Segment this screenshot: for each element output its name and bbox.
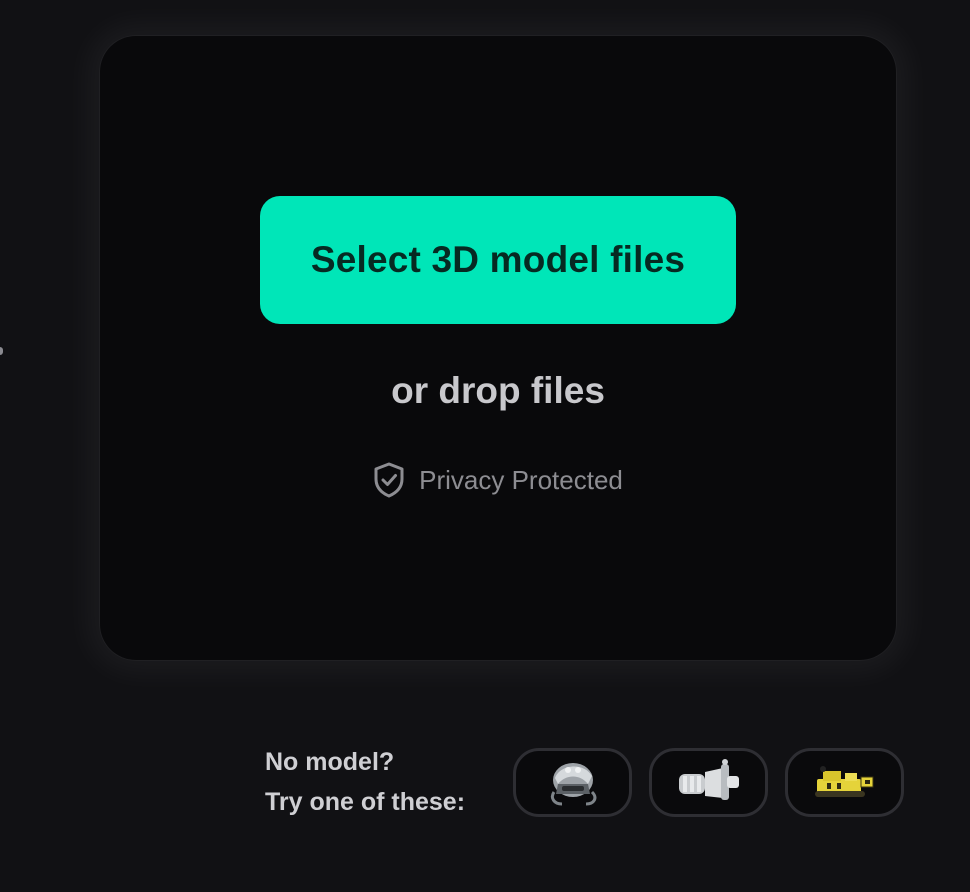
privacy-notice: Privacy Protected (100, 462, 896, 498)
select-files-button[interactable]: Select 3D model files (260, 196, 736, 324)
file-drop-zone[interactable]: Select 3D model files or drop files Priv… (100, 36, 896, 660)
example-models-line2: Try one of these: (265, 788, 466, 816)
drop-files-label: or drop files (391, 370, 605, 411)
yellow-machine-model-icon (809, 757, 881, 807)
motor-part-model-icon (673, 756, 745, 808)
privacy-label: Privacy Protected (419, 464, 623, 495)
example-model-motor-part[interactable] (649, 747, 768, 817)
page: Select 3D model files or drop files Priv… (0, 0, 970, 892)
example-models-label: No model? Try one of these: (265, 742, 513, 822)
example-models-list (513, 747, 904, 817)
shield-check-icon (373, 462, 405, 498)
example-model-helmet[interactable] (513, 747, 632, 817)
example-model-yellow-machine[interactable] (785, 747, 904, 817)
example-models-section: No model? Try one of these: (265, 742, 904, 822)
helmet-model-icon (540, 754, 606, 810)
edge-handle (0, 347, 3, 355)
example-models-line1: No model? (265, 748, 395, 776)
